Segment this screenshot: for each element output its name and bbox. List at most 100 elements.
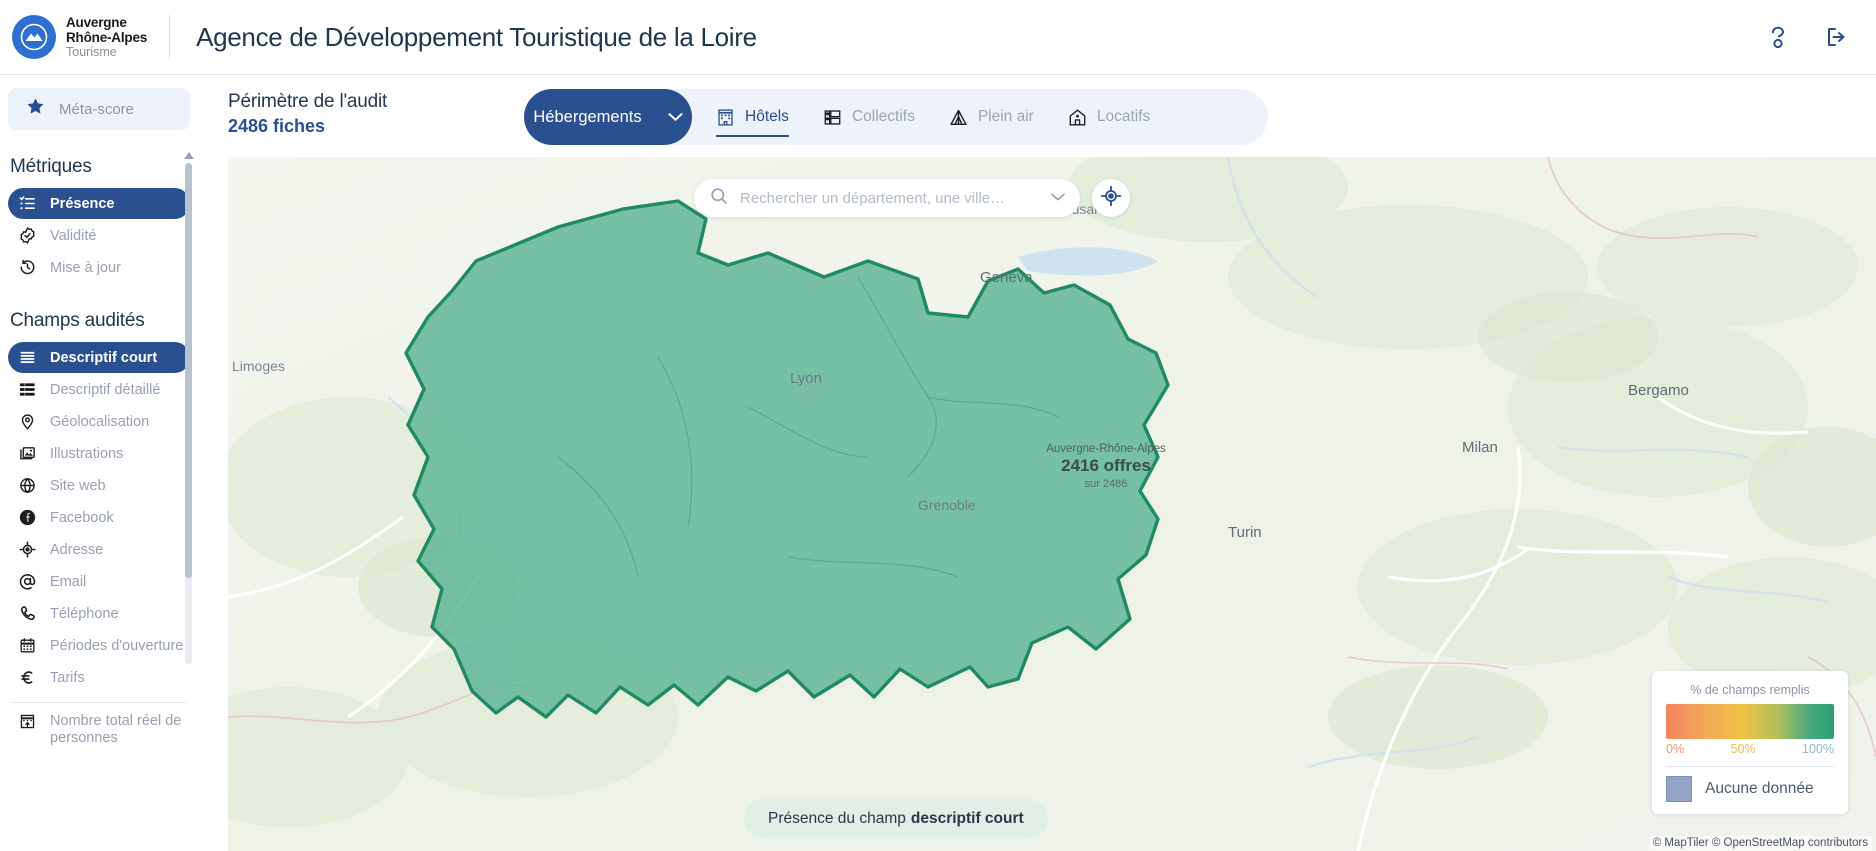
tab-locatifs[interactable]: Locatifs xyxy=(1068,89,1150,145)
images-icon xyxy=(18,445,36,462)
building-capacity-icon xyxy=(18,713,36,730)
map-basemap xyxy=(228,157,1876,851)
sidebar-item-label: Présence xyxy=(50,195,115,212)
map-search-bar[interactable] xyxy=(694,179,1080,217)
legend-nodata-label: Aucune donnée xyxy=(1705,780,1814,797)
euro-icon xyxy=(18,669,36,686)
sidebar-item-label: Nombre total réel de personnes xyxy=(50,713,182,746)
chevron-down-icon xyxy=(668,108,683,127)
map-field-pill: Présence du champ descriptif court xyxy=(744,799,1048,839)
brand-line-2: Rhône-Alpes xyxy=(66,30,148,45)
star-icon xyxy=(26,97,45,121)
map-pin-icon xyxy=(18,413,36,430)
page-title: Agence de Développement Touristique de l… xyxy=(196,21,757,52)
sidebar-item-telephone[interactable]: Téléphone xyxy=(8,598,190,629)
sidebar-section-metriques: Métriques xyxy=(10,156,92,177)
brand-logo xyxy=(12,15,56,59)
sidebar-item-label: Illustrations xyxy=(50,445,124,462)
sidebar-item-illustrations[interactable]: Illustrations xyxy=(8,438,190,469)
sidebar-item-facebook[interactable]: Facebook xyxy=(8,502,190,533)
sidebar: Méta-score Métriques Présence Validité M… xyxy=(0,75,198,851)
map-pill-prefix: Présence du champ xyxy=(768,810,906,827)
sidebar-divider xyxy=(12,702,186,703)
sidebar-item-descriptif-court[interactable]: Descriptif court xyxy=(8,342,190,373)
category-tab-bar: Hébergements Hôtels Collectifs Plein air… xyxy=(524,89,1268,145)
hotel-icon xyxy=(716,108,735,127)
sidebar-item-metascore[interactable]: Méta-score xyxy=(8,88,190,130)
legend-scale-min: 0% xyxy=(1666,742,1685,756)
map-attribution[interactable]: © MapTiler © OpenStreetMap contributors xyxy=(1648,836,1872,850)
sidebar-item-label: Géolocalisation xyxy=(50,413,150,430)
tabs: Hôtels Collectifs Plein air Locatifs xyxy=(692,89,1150,145)
category-label: Hébergements xyxy=(533,107,642,126)
sidebar-item-label: Périodes d'ouverture xyxy=(50,637,184,654)
sidebar-item-periodes-ouverture[interactable]: Périodes d'ouverture xyxy=(8,630,190,661)
sidebar-item-validite[interactable]: Validité xyxy=(8,220,190,251)
sidebar-section-champs-audites: Champs audités xyxy=(10,310,145,331)
brand-line-1: Auvergne xyxy=(66,14,127,30)
app-header: Auvergne Rhône-Alpes Tourisme Agence de … xyxy=(0,0,1876,75)
legend-title: % de champs remplis xyxy=(1690,683,1810,697)
badge-check-icon xyxy=(18,227,36,244)
sidebar-item-presence[interactable]: Présence xyxy=(8,188,190,219)
search-input[interactable] xyxy=(728,189,1050,207)
sidebar-item-label: Email xyxy=(50,573,87,590)
history-clock-icon xyxy=(18,259,36,276)
facebook-icon xyxy=(18,509,36,526)
sidebar-item-mise-a-jour[interactable]: Mise à jour xyxy=(8,252,190,283)
sidebar-item-label: Facebook xyxy=(50,509,114,526)
crosshair-target-icon xyxy=(18,541,36,558)
sidebar-item-adresse[interactable]: Adresse xyxy=(8,534,190,565)
map-legend: % de champs remplis 0% 50% 100% Aucune d… xyxy=(1652,671,1848,814)
sidebar-scrollbar[interactable] xyxy=(185,163,192,664)
map-container[interactable]: Limoges Lyon Geneva Lausanne Grenoble Tu… xyxy=(228,157,1876,851)
calendar-icon xyxy=(18,637,36,654)
house-icon xyxy=(1068,108,1087,127)
legend-nodata-row: Aucune donnée xyxy=(1666,776,1834,802)
sidebar-item-email[interactable]: Email xyxy=(8,566,190,597)
tab-plein-air[interactable]: Plein air xyxy=(949,89,1034,145)
sidebar-scroll-up-arrow[interactable] xyxy=(184,152,194,159)
perimeter-label: Périmètre de l'audit xyxy=(228,91,388,112)
sidebar-item-label: Adresse xyxy=(50,541,104,558)
map-pill-field: descriptif court xyxy=(910,810,1024,827)
search-icon xyxy=(710,187,728,210)
sidebar-item-label: Descriptif court xyxy=(50,349,158,366)
phone-icon xyxy=(18,605,36,622)
tab-label: Hôtels xyxy=(745,108,789,125)
sidebar-item-descriptif-detaille[interactable]: Descriptif détaillé xyxy=(8,374,190,405)
tab-label: Collectifs xyxy=(851,108,915,125)
sidebar-item-tarifs[interactable]: Tarifs xyxy=(8,662,190,693)
header-actions xyxy=(1766,24,1876,50)
category-dropdown-hebergements[interactable]: Hébergements xyxy=(524,89,692,145)
tab-label: Plein air xyxy=(977,108,1034,125)
sidebar-item-label: Méta-score xyxy=(59,100,135,118)
lines-icon xyxy=(18,349,36,366)
tab-hotels[interactable]: Hôtels xyxy=(716,89,789,145)
sidebar-item-label: Téléphone xyxy=(50,605,119,622)
mountain-logo-icon xyxy=(20,23,48,51)
sidebar-inner: Méta-score Métriques Présence Validité M… xyxy=(0,75,198,751)
legend-gradient-bar xyxy=(1666,704,1834,739)
sidebar-item-geolocalisation[interactable]: Géolocalisation xyxy=(8,406,190,437)
globe-icon xyxy=(18,477,36,494)
perimeter-block: Périmètre de l'audit 2486 fiches xyxy=(228,91,387,137)
sidebar-item-label: Site web xyxy=(50,477,106,494)
sidebar-item-label: Tarifs xyxy=(50,669,85,686)
tent-icon xyxy=(949,108,968,127)
sidebar-item-nombre-total-personnes[interactable]: Nombre total réel de personnes xyxy=(8,711,190,751)
brand: Auvergne Rhône-Alpes Tourisme xyxy=(0,15,147,59)
chevron-down-icon[interactable] xyxy=(1050,189,1066,207)
tab-label: Locatifs xyxy=(1096,108,1151,125)
sidebar-item-label: Validité xyxy=(50,227,97,244)
help-question-icon[interactable] xyxy=(1766,24,1790,50)
legend-scale-max: 100% xyxy=(1802,742,1834,756)
at-sign-icon xyxy=(18,573,36,590)
sidebar-item-site-web[interactable]: Site web xyxy=(8,470,190,501)
list-check-icon xyxy=(18,195,36,212)
legend-nodata-swatch xyxy=(1666,776,1692,802)
sidebar-scrollbar-thumb[interactable] xyxy=(185,163,192,578)
logout-icon[interactable] xyxy=(1824,25,1850,49)
geolocate-button[interactable] xyxy=(1092,179,1130,217)
tab-collectifs[interactable]: Collectifs xyxy=(823,89,915,145)
